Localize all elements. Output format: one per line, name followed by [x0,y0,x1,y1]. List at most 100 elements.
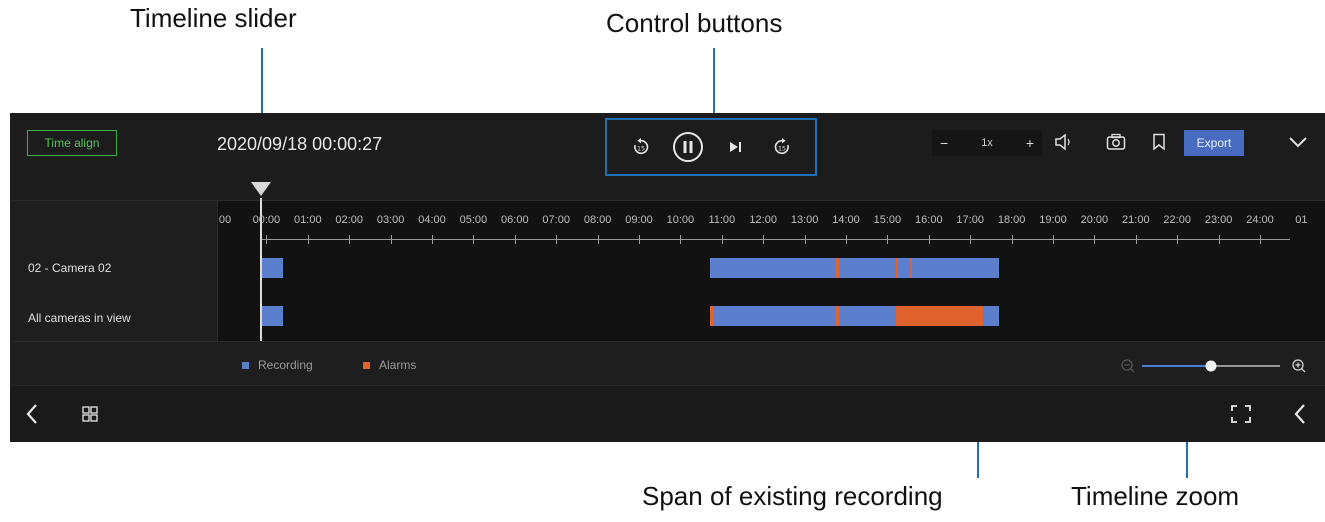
tick-mark [804,235,806,244]
alarm-segment[interactable] [710,306,713,326]
speed-value: 1x [981,137,993,149]
tick-label: 08:00 [583,214,612,226]
legend-recording: Recording [242,358,313,372]
tick-mark [473,235,475,244]
tick-mark [1053,235,1054,244]
speed-decrease-button[interactable]: − [940,135,948,151]
tick-label: 15:00 [873,214,902,226]
tick-label: 18:00 [997,214,1026,226]
export-button[interactable]: Export [1184,130,1244,156]
legend-alarms: Alarms [363,358,416,372]
toolbar: Time align 2020/09/18 00:00:27 15 15 − 1… [10,113,1325,201]
legend-alarms-label: Alarms [379,358,417,372]
tick-mark [307,235,309,244]
tick-mark [1011,235,1013,244]
tick-label: 12:00 [749,214,777,226]
tick-label: 11:00 [708,214,736,226]
tick-mark [432,235,433,244]
tick-label: 03:00 [376,214,405,226]
grid-icon[interactable] [78,402,102,426]
tick-label: 17:00 [956,214,984,226]
tick-mark [846,235,847,244]
zoom-in-icon[interactable] [1292,359,1306,373]
tick-mark [556,235,558,244]
zoom-control-svg [1121,359,1306,373]
svg-text:15: 15 [777,146,785,153]
tick-label: 16:00 [915,214,943,226]
tick-mark [1135,235,1137,244]
tick-label: 02:00 [335,214,363,226]
alarm-segment[interactable] [836,306,839,326]
alarm-segment[interactable] [980,306,983,326]
tick-label: 04:00 [418,214,446,226]
speed-control: − 1x + [932,130,1042,156]
skip-next-icon[interactable] [718,130,752,164]
tick-mark [970,235,972,244]
timeline-slider-marker[interactable] [251,182,271,196]
svg-text:15: 15 [636,146,644,153]
playback-panel: Time align 2020/09/18 00:00:27 15 15 − 1… [10,113,1325,442]
recording-segment[interactable] [710,258,999,278]
tick-label: 19:00 [1039,214,1067,226]
recording-segment[interactable] [262,306,283,326]
tick-label: 06:00 [501,214,529,226]
camera-icon[interactable] [1103,129,1129,155]
tick-label: 13:00 [790,214,819,226]
tick-label: 21:00 [1122,214,1150,226]
tick-mark [680,235,682,244]
tick-mark [1094,235,1096,244]
timeline-zoom [1118,356,1314,383]
recording-segment[interactable] [262,258,283,278]
chevron-down-icon[interactable] [1285,129,1311,155]
tick-label: 00:00 [252,214,281,226]
collapse-icon[interactable] [1288,400,1312,428]
forward-icon[interactable]: 15 [765,130,799,164]
volume-icon[interactable] [1051,129,1077,155]
speed-increase-button[interactable]: + [1026,135,1034,151]
time-align-button[interactable]: Time align [27,130,117,156]
alarm-segment[interactable] [896,306,980,326]
tick-label: 00 [218,214,232,226]
tick-mark [1177,235,1179,244]
alarm-segment[interactable] [836,258,839,278]
legend-recording-label: Recording [258,358,313,372]
tick-label: 23:00 [1204,214,1233,226]
row-label-all-cameras: All cameras in view [28,311,131,325]
tick-label: 10:00 [666,214,695,226]
tick-label: 09:00 [625,214,653,226]
tick-label: 20:00 [1080,214,1109,226]
alarm-segment[interactable] [910,258,912,278]
tick-mark [266,235,268,244]
tick-mark [390,235,392,244]
tick-mark [349,235,351,244]
tick-mark [597,235,599,244]
fullscreen-icon[interactable] [1228,402,1254,426]
pause-icon[interactable] [671,130,705,164]
rewind-icon[interactable]: 15 [624,130,658,164]
tick-label: 14:00 [832,214,860,226]
bookmark-icon[interactable] [1146,129,1172,155]
current-datetime: 2020/09/18 00:00:27 [217,134,383,154]
bottom-bar [10,385,1325,442]
tick-mark [639,235,640,244]
tick-label: 07:00 [542,214,570,226]
control-buttons: 15 15 [605,118,817,176]
tick-label: 22:00 [1163,214,1191,226]
tick-mark [763,235,765,244]
tick-mark [928,235,930,244]
tick-mark [1218,235,1220,244]
tick-label: 24:00 [1246,214,1274,226]
row-label-camera-02: 02 - Camera 02 [28,261,112,275]
back-icon[interactable] [20,400,44,428]
tick-mark [721,235,723,244]
tick-mark [1260,235,1261,244]
legend-recording-swatch [242,361,249,369]
legend-alarms-swatch [363,361,370,369]
alarm-segment[interactable] [896,258,898,278]
tick-label: 01:00 [294,214,322,226]
tick-label: 05:00 [459,214,488,226]
zoom-out-icon[interactable] [1121,359,1135,373]
zoom-slider-handle[interactable] [1205,360,1217,372]
tick-mark [887,235,889,244]
legend-row: Recording Alarms [10,341,1325,386]
